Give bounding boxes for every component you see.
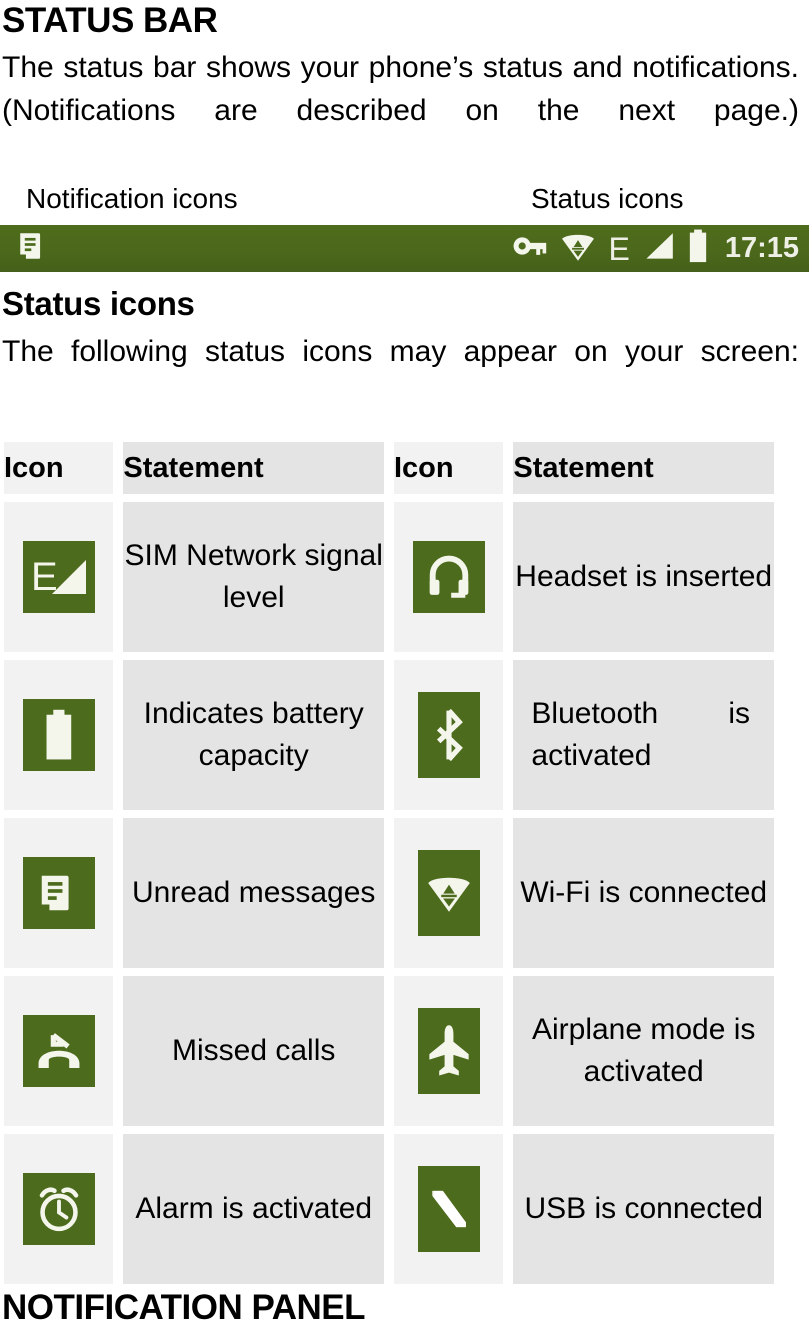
statement-cell: USB is connected [513, 1134, 774, 1284]
battery-icon [22, 699, 95, 771]
edge-signal-icon: E [22, 541, 95, 613]
statement-cell: Missed calls [123, 976, 384, 1126]
table-header-row: Icon Statement Icon Statement [4, 442, 774, 494]
edge-network-icon: E [608, 230, 630, 267]
message-icon [16, 229, 50, 268]
status-bar-notification-area [0, 229, 50, 268]
table-row: Unread messages Wi-Fi is connected [4, 818, 774, 968]
icon-cell [4, 976, 114, 1126]
column-header-icon-right: Icon [393, 442, 504, 494]
battery-icon [687, 229, 709, 268]
message-icon [22, 857, 95, 929]
page-title: STATUS BAR [2, 1, 218, 40]
icon-cell [393, 1134, 504, 1284]
bottom-section-heading: NOTIFICATION PANEL [2, 1288, 366, 1327]
statement-cell: Bluetooth is activated [513, 660, 774, 810]
status-bar-callouts: Notification icons Status icons [0, 183, 809, 219]
status-icons-label: Status icons [531, 183, 684, 214]
icon-cell [393, 660, 504, 810]
status-bar-status-area: E 17:15 [512, 229, 799, 268]
statement-cell: Wi-Fi is connected [513, 818, 774, 968]
icon-cell [393, 976, 504, 1126]
table-row: E SIM Network signal level Headset is in… [4, 502, 774, 652]
table-row: Indicates battery capacity Bluetooth is … [4, 660, 774, 810]
statement-cell: Alarm is activated [123, 1134, 384, 1284]
key-icon [512, 231, 548, 266]
intro-block: The status bar shows your phone’s status… [0, 42, 809, 175]
column-header-statement-left: Statement [123, 442, 384, 494]
icon-cell: E [4, 502, 114, 652]
wifi-icon [417, 850, 480, 936]
icon-cell [393, 502, 504, 652]
column-header-statement-right: Statement [513, 442, 774, 494]
android-status-bar: E 17:15 [0, 225, 809, 272]
missed-call-icon [22, 1015, 95, 1087]
column-header-icon-left: Icon [4, 442, 114, 494]
table-row: Missed calls Airplane mode is activated [4, 976, 774, 1126]
table-row: Alarm is activated USB is connected [4, 1134, 774, 1284]
icon-cell [4, 660, 114, 810]
alarm-clock-icon [22, 1173, 95, 1245]
subsection-title: Status icons [2, 285, 195, 322]
statement-cell: Unread messages [123, 818, 384, 968]
subsection-paragraph: The following status icons may appear on… [2, 335, 799, 368]
statement-cell: Indicates battery capacity [123, 660, 384, 810]
bluetooth-icon [417, 692, 480, 778]
usb-icon [417, 1166, 480, 1252]
status-bar-clock: 17:15 [724, 232, 799, 264]
icon-cell [4, 1134, 114, 1284]
signal-strength-icon [642, 231, 675, 267]
airplane-icon [417, 1008, 480, 1094]
statement-cell: Headset is inserted [513, 502, 774, 652]
notification-icons-label: Notification icons [26, 183, 238, 214]
statement-cell: SIM Network signal level [123, 502, 384, 652]
icon-cell [393, 818, 504, 968]
icon-cell [4, 818, 114, 968]
headset-icon [412, 541, 485, 613]
statement-cell: Airplane mode is activated [513, 976, 774, 1126]
intro-paragraph: The status bar shows your phone’s status… [2, 51, 799, 127]
wifi-icon [560, 230, 596, 268]
document-page: STATUS BAR The status bar shows your pho… [0, 0, 809, 1335]
status-icons-table: Icon Statement Icon Statement E SIM Netw… [0, 434, 784, 1292]
